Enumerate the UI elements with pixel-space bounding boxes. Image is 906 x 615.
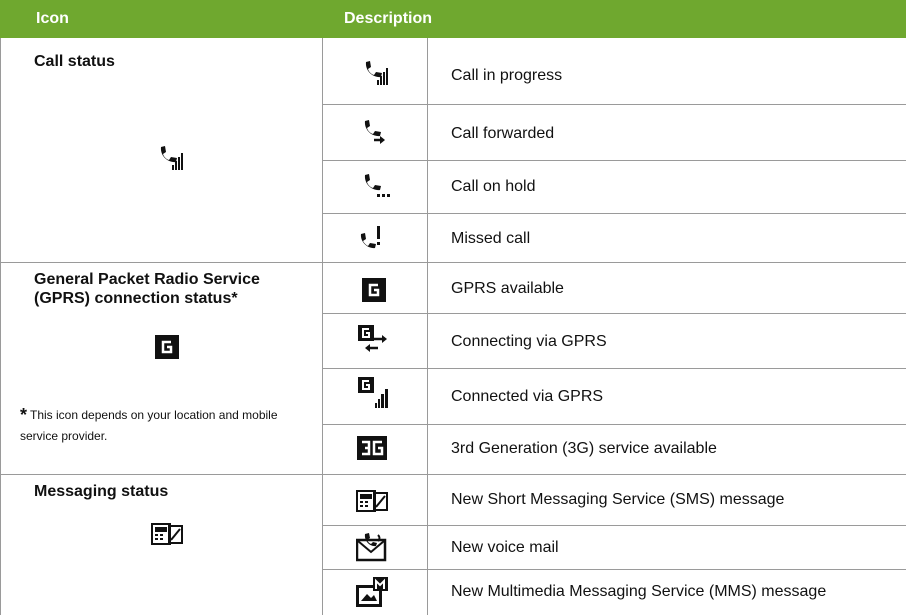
row-label-connecting-gprs: Connecting via GPRS bbox=[451, 333, 607, 350]
footnote-marker: * bbox=[20, 405, 28, 425]
status-icons-table: Icon Description Call status General Pac… bbox=[0, 0, 906, 615]
footnote-text: This icon depends on your location and m… bbox=[20, 408, 278, 443]
new-voicemail-icon bbox=[356, 532, 388, 562]
connected-gprs-icon bbox=[358, 377, 390, 409]
row-label-call-on-hold: Call on hold bbox=[451, 178, 536, 195]
row-label-missed-call: Missed call bbox=[451, 230, 531, 247]
group-divider bbox=[0, 262, 906, 263]
icon-description-divider bbox=[427, 38, 428, 615]
row-divider bbox=[322, 525, 906, 526]
row-label-3g-service: 3rd Generation (3G) service available bbox=[451, 440, 717, 457]
connecting-gprs-icon bbox=[358, 325, 390, 355]
left-border bbox=[0, 38, 1, 615]
row-divider bbox=[322, 569, 906, 570]
row-label-connected-gprs: Connected via GPRS bbox=[451, 388, 604, 405]
call-in-progress-icon bbox=[359, 58, 389, 88]
icon-column-header: Icon bbox=[36, 10, 69, 27]
row-label-new-sms: New Short Messaging Service (SMS) messag… bbox=[451, 491, 785, 508]
group-divider bbox=[0, 474, 906, 475]
3g-service-icon bbox=[357, 436, 387, 460]
new-mms-icon bbox=[355, 577, 389, 611]
row-divider bbox=[322, 160, 906, 161]
call-in-progress-icon bbox=[154, 143, 184, 173]
description-column-header: Description bbox=[344, 10, 433, 27]
missed-call-icon bbox=[359, 224, 387, 252]
new-sms-icon bbox=[151, 520, 183, 546]
group-title-gprs: General Packet Radio Service (GPRS) conn… bbox=[34, 271, 260, 307]
row-divider bbox=[322, 104, 906, 105]
group-title-call-status: Call status bbox=[34, 53, 115, 70]
row-divider bbox=[322, 368, 906, 369]
new-sms-icon bbox=[356, 487, 388, 513]
row-label-new-voicemail: New voice mail bbox=[451, 539, 559, 556]
group-title-messaging: Messaging status bbox=[34, 483, 169, 500]
gprs-footnote: * This icon depends on your location and … bbox=[20, 403, 300, 447]
gprs-available-icon bbox=[155, 335, 179, 359]
row-divider bbox=[322, 424, 906, 425]
row-label-call-forwarded: Call forwarded bbox=[451, 125, 555, 142]
row-divider bbox=[322, 213, 906, 214]
table-header: Icon Description bbox=[0, 0, 906, 38]
row-label-gprs-available: GPRS available bbox=[451, 280, 564, 297]
gprs-available-icon bbox=[362, 278, 386, 302]
row-divider bbox=[322, 313, 906, 314]
call-forwarded-icon bbox=[358, 118, 388, 146]
row-label-call-in-progress: Call in progress bbox=[451, 67, 563, 84]
column-divider bbox=[322, 38, 323, 615]
row-label-new-mms: New Multimedia Messaging Service (MMS) m… bbox=[451, 583, 827, 600]
call-on-hold-icon bbox=[358, 172, 390, 200]
